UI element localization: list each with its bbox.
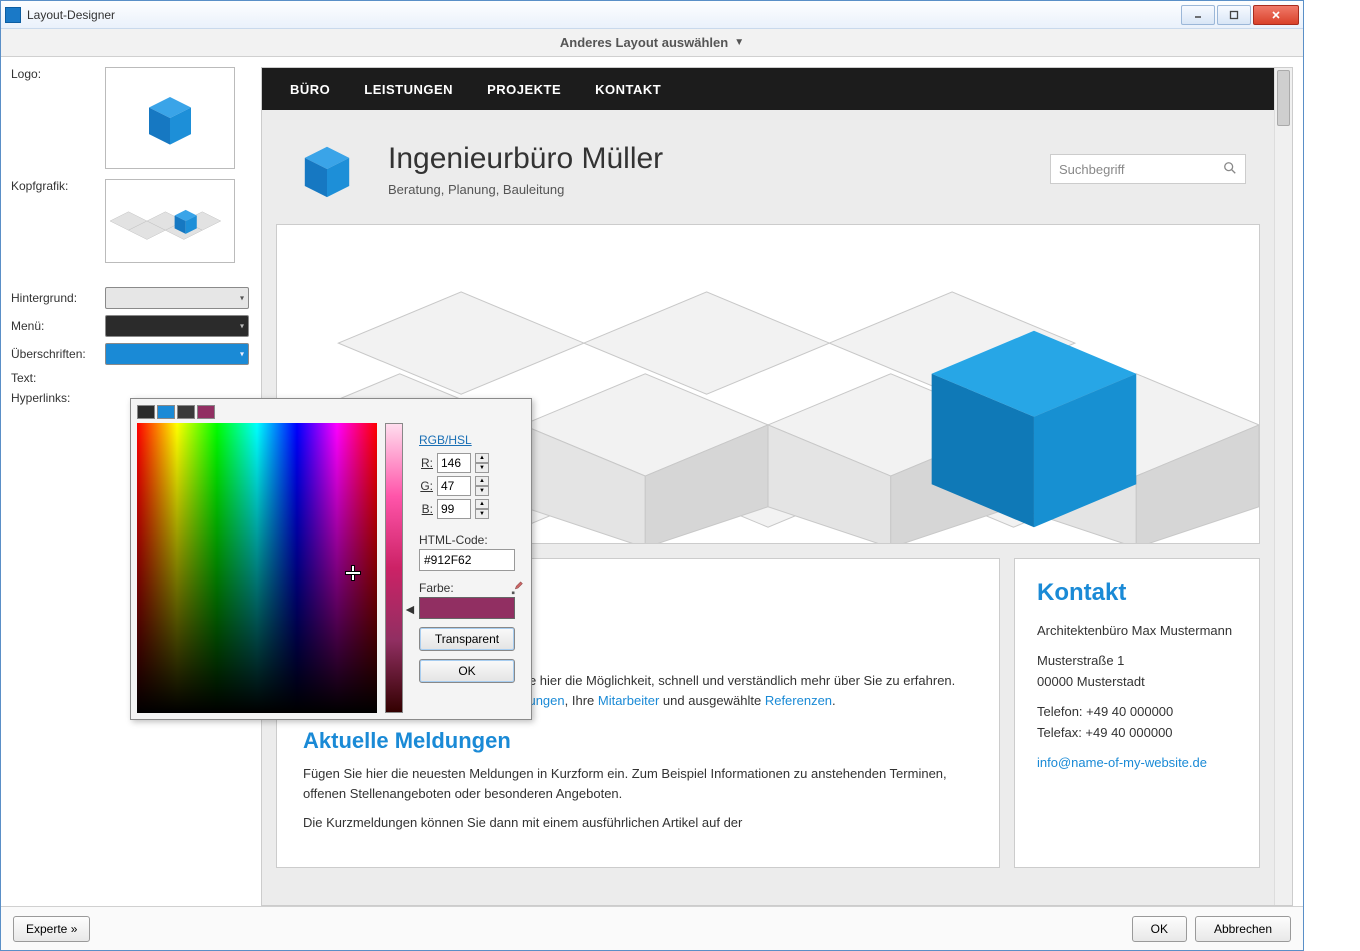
rgb-hsl-toggle[interactable]: RGB/HSL: [419, 433, 472, 447]
menu-color-field[interactable]: ▾: [105, 315, 249, 337]
h2-news: Aktuelle Meldungen: [303, 728, 973, 754]
site-title: Ingenieurbüro Müller: [388, 142, 663, 176]
menu-label: Menü:: [11, 319, 105, 333]
chevron-down-icon: ▼: [734, 37, 744, 48]
app-icon: [5, 7, 21, 23]
g-label: G:: [419, 479, 433, 493]
farbe-label: Farbe:: [419, 581, 454, 595]
contact-fax: Telefax: +49 40 000000: [1037, 723, 1237, 743]
links-label: Hyperlinks:: [11, 391, 105, 405]
eyedropper-icon[interactable]: [511, 581, 525, 595]
text-label: Text:: [11, 371, 105, 385]
news-p2: Die Kurzmeldungen können Sie dann mit ei…: [303, 813, 973, 833]
color-picker-popup: ◄ RGB/HSL R: ▲▼ G: ▲▼ B: ▲▼ HTML-Code:: [130, 398, 532, 720]
preview-nav: BÜRO LEISTUNGEN PROJEKTE KONTAKT: [262, 68, 1274, 110]
search-input[interactable]: Suchbegriff: [1050, 154, 1246, 184]
saturation-value-panel[interactable]: [137, 423, 377, 713]
h2-kontakt: Kontakt: [1037, 579, 1237, 607]
r-spinner[interactable]: ▲▼: [475, 453, 489, 473]
expert-button[interactable]: Experte »: [13, 916, 90, 942]
nav-item-kontakt[interactable]: KONTAKT: [595, 82, 661, 97]
r-label: R:: [419, 456, 433, 470]
headings-label: Überschriften:: [11, 347, 105, 361]
headings-color-field[interactable]: ▾: [105, 343, 249, 365]
site-subtitle: Beratung, Planung, Bauleitung: [388, 182, 663, 197]
hue-strip[interactable]: [385, 423, 403, 713]
arrow-left-icon: ◄: [403, 601, 417, 617]
cube-icon: [135, 83, 205, 153]
recent-colors: [137, 405, 525, 419]
titlebar: Layout-Designer: [1, 1, 1303, 29]
recent-swatch[interactable]: [157, 405, 175, 419]
sv-cursor-icon: [345, 565, 359, 579]
logo-thumbnail[interactable]: [105, 67, 235, 169]
nav-item-projekte[interactable]: PROJEKTE: [487, 82, 561, 97]
search-icon: [1223, 161, 1237, 178]
chevron-down-icon: ▾: [240, 322, 244, 331]
b-spinner[interactable]: ▲▼: [475, 499, 489, 519]
recent-swatch[interactable]: [177, 405, 195, 419]
contact-phone: Telefon: +49 40 000000: [1037, 702, 1237, 722]
html-code-input[interactable]: [419, 549, 515, 571]
chevron-down-icon: ▾: [240, 350, 244, 359]
minimize-button[interactable]: [1181, 5, 1215, 25]
link-referenzen[interactable]: Referenzen: [765, 693, 832, 708]
nav-item-buero[interactable]: BÜRO: [290, 82, 330, 97]
logo-icon: [290, 132, 364, 206]
recent-swatch[interactable]: [137, 405, 155, 419]
preview-scrollbar[interactable]: [1274, 68, 1292, 905]
preview-header: Ingenieurbüro Müller Beratung, Planung, …: [262, 110, 1274, 224]
r-input[interactable]: [437, 453, 471, 473]
bg-label: Hintergrund:: [11, 291, 105, 305]
dialog-button-bar: Experte » OK Abbrechen: [1, 906, 1303, 950]
recent-swatch[interactable]: [197, 405, 215, 419]
layout-select-label: Anderes Layout auswählen: [560, 35, 728, 50]
header-graphic-thumbnail[interactable]: [105, 179, 235, 263]
picker-controls: RGB/HSL R: ▲▼ G: ▲▼ B: ▲▼ HTML-Code: Far…: [419, 423, 525, 713]
window-title: Layout-Designer: [27, 8, 1179, 22]
contact-city: 00000 Musterstadt: [1037, 672, 1237, 692]
logo-label: Logo:: [11, 67, 105, 81]
ok-button[interactable]: OK: [1132, 916, 1187, 942]
transparent-button[interactable]: Transparent: [419, 627, 515, 651]
maximize-button[interactable]: [1217, 5, 1251, 25]
link-mitarbeiter[interactable]: Mitarbeiter: [598, 693, 659, 708]
close-button[interactable]: [1253, 5, 1299, 25]
cancel-button[interactable]: Abbrechen: [1195, 916, 1291, 942]
news-p1: Fügen Sie hier die neuesten Meldungen in…: [303, 764, 973, 803]
html-code-label: HTML-Code:: [419, 533, 525, 547]
contact-email[interactable]: info@name-of-my-website.de: [1037, 755, 1207, 770]
chevron-down-icon: ▾: [240, 294, 244, 303]
background-color-field[interactable]: ▾: [105, 287, 249, 309]
g-spinner[interactable]: ▲▼: [475, 476, 489, 496]
contact-street: Musterstraße 1: [1037, 651, 1237, 671]
layout-select-dropdown[interactable]: Anderes Layout auswählen ▼: [1, 29, 1303, 57]
cubes-thumb-icon: [110, 184, 230, 258]
b-input[interactable]: [437, 499, 471, 519]
picker-ok-button[interactable]: OK: [419, 659, 515, 683]
side-column: Kontakt Architektenbüro Max Mustermann M…: [1014, 558, 1260, 868]
nav-item-leistungen[interactable]: LEISTUNGEN: [364, 82, 453, 97]
g-input[interactable]: [437, 476, 471, 496]
contact-name: Architektenbüro Max Mustermann: [1037, 621, 1237, 641]
color-preview-swatch: [419, 597, 515, 619]
header-graphic-label: Kopfgrafik:: [11, 179, 105, 193]
b-label: B:: [419, 502, 433, 516]
search-placeholder: Suchbegriff: [1059, 162, 1125, 177]
